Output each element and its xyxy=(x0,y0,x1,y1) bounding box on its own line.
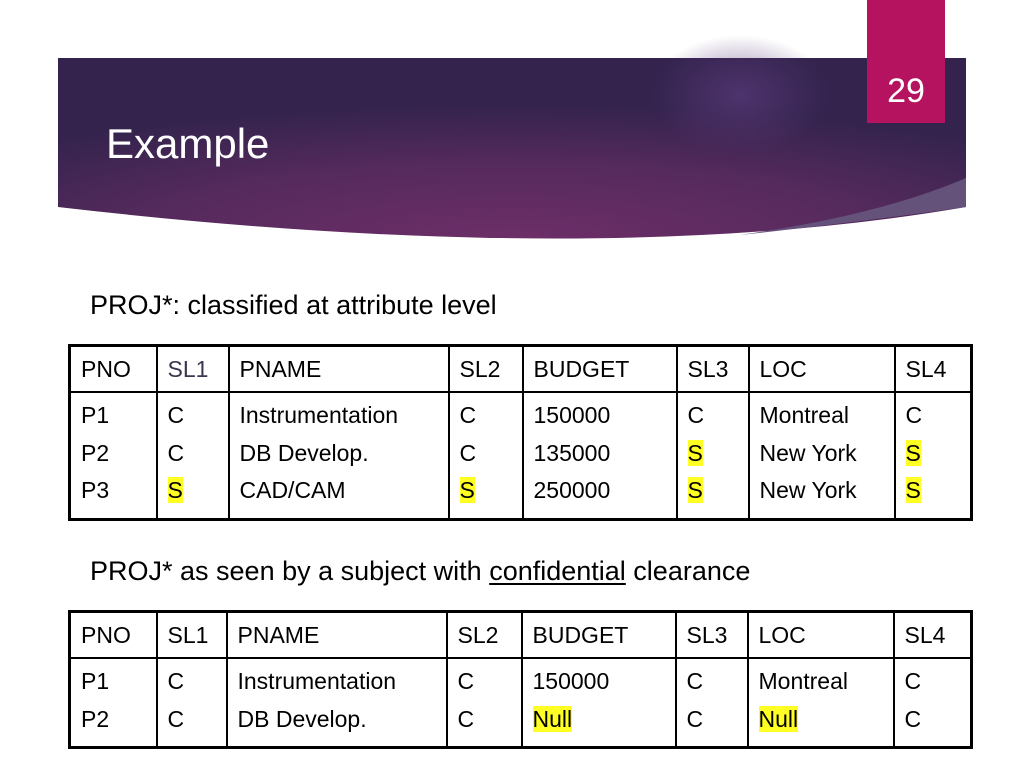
slide-title: Example xyxy=(106,120,270,167)
slide-number: 29 xyxy=(887,72,925,110)
cell-value: S xyxy=(905,477,921,503)
column-cell-pname: Instrumentation DB Develop. CAD/CAM xyxy=(227,391,450,520)
column-cell-sl4: CSS xyxy=(893,391,973,520)
column-cell-sl1: CCS xyxy=(155,391,230,520)
cell-value: C xyxy=(686,705,704,732)
column-cell-pno: P1 P2 xyxy=(68,657,158,749)
column-header-sl4: SL4 xyxy=(892,610,973,659)
column-cell-loc: Montreal New York New York xyxy=(747,391,896,520)
cell-value: C xyxy=(167,705,185,732)
cell-value: Instrumentation xyxy=(237,668,397,694)
column-header-pno: PNO xyxy=(68,344,158,393)
column-header-sl1: SL1 xyxy=(155,610,228,659)
column-header-pno: PNO xyxy=(68,610,158,659)
cell-value: 135000 xyxy=(533,439,611,466)
column-cell-sl4: CC xyxy=(892,657,973,749)
column-header-loc: LOC xyxy=(746,610,895,659)
cell-value: C xyxy=(686,668,704,694)
cell-value: 150000 xyxy=(533,402,611,428)
proj-confidential-view-table: PNO SL1 PNAME SL2 BUDGET SL3 LOC SL4 P1 P2 C C Inst… xyxy=(68,610,973,749)
cell-value: C xyxy=(167,439,185,466)
column-header-pname: PNAME xyxy=(225,610,448,659)
table1-caption: PROJ*: classified at attribute level xyxy=(90,290,497,320)
table-header-row: PNO SL1 PNAME SL2 BUDGET SL3 LOC SL4 xyxy=(68,610,973,659)
column-header-sl1: SL1 xyxy=(155,344,230,393)
column-cell-pname: Instrumentation DB Develop. xyxy=(225,657,448,749)
cell-value: S xyxy=(905,439,921,466)
cell-value: C xyxy=(167,402,185,428)
cell-value: C xyxy=(904,705,922,732)
cell-value: Null xyxy=(758,705,799,732)
column-header-pname: PNAME xyxy=(227,344,450,393)
cell-value: S xyxy=(687,439,703,466)
cell-value: C xyxy=(167,668,185,694)
column-cell-sl3: CC xyxy=(674,657,749,749)
column-cell-sl3: CSS xyxy=(675,391,750,520)
column-cell-budget: 150000 135000 250000 xyxy=(521,391,678,520)
table-body-row: P1 P2 C C Instrumentation DB Develop. C C 150000… xyxy=(68,657,973,749)
column-cell-sl1: CC xyxy=(155,657,228,749)
column-header-budget: BUDGET xyxy=(520,610,677,659)
caption-emphasis: confidential xyxy=(489,556,626,586)
column-header-sl3: SL3 xyxy=(675,344,750,393)
table-header-row: PNO SL1 PNAME SL2 BUDGET SL3 LOC SL4 xyxy=(68,344,973,393)
column-header-sl3: SL3 xyxy=(674,610,749,659)
cell-value: S xyxy=(167,477,183,503)
cell-value: Instrumentation xyxy=(239,402,399,428)
cell-value: DB Develop. xyxy=(239,439,369,466)
cell-value: P2 xyxy=(81,705,110,732)
cell-value: C xyxy=(459,439,477,466)
column-header-loc: LOC xyxy=(747,344,896,393)
cell-value: DB Develop. xyxy=(237,705,367,732)
column-header-sl2: SL2 xyxy=(447,344,524,393)
cell-value: 250000 xyxy=(533,477,611,503)
cell-value: S xyxy=(687,477,703,503)
cell-value: S xyxy=(459,477,475,503)
table2-caption: PROJ* as seen by a subject with confiden… xyxy=(90,556,750,587)
cell-value: C xyxy=(904,668,922,694)
cell-value: C xyxy=(457,668,475,694)
cell-value: Montreal xyxy=(759,402,849,428)
cell-value: Montreal xyxy=(758,668,848,694)
cell-value: P3 xyxy=(81,477,110,503)
caption-text-post: clearance xyxy=(625,556,751,586)
cell-value: P1 xyxy=(81,402,110,428)
cell-value: P2 xyxy=(81,439,110,466)
column-header-sl4: SL4 xyxy=(893,344,973,393)
column-header-budget: BUDGET xyxy=(521,344,678,393)
column-cell-loc: Montreal Null xyxy=(746,657,895,749)
caption-text-pre: PROJ* as seen by a subject with xyxy=(90,556,490,586)
cell-value: C xyxy=(905,402,923,428)
cell-value: 150000 xyxy=(532,668,610,694)
cell-value: P1 xyxy=(81,668,110,694)
cell-value: CAD/CAM xyxy=(239,477,346,503)
column-cell-pno: P1 P2 P3 xyxy=(68,391,158,520)
cell-value: C xyxy=(457,705,475,732)
cell-value: Null xyxy=(532,705,573,732)
column-cell-sl2: CC xyxy=(445,657,523,749)
cell-value: C xyxy=(687,402,705,428)
column-cell-sl2: CCS xyxy=(447,391,524,520)
table-body-row: P1 P2 P3 C C S Instrumentation DB Develop. CAD/C… xyxy=(68,391,973,520)
proj-classified-table: PNO SL1 PNAME SL2 BUDGET SL3 LOC SL4 P1 P2 P3 C C S I… xyxy=(68,344,973,521)
cell-value: C xyxy=(459,402,477,428)
column-header-sl2: SL2 xyxy=(445,610,523,659)
cell-value: New York xyxy=(759,477,857,503)
slide-number-tab: 29 xyxy=(867,0,945,123)
cell-value: New York xyxy=(759,439,857,466)
column-cell-budget: 150000 Null xyxy=(520,657,677,749)
